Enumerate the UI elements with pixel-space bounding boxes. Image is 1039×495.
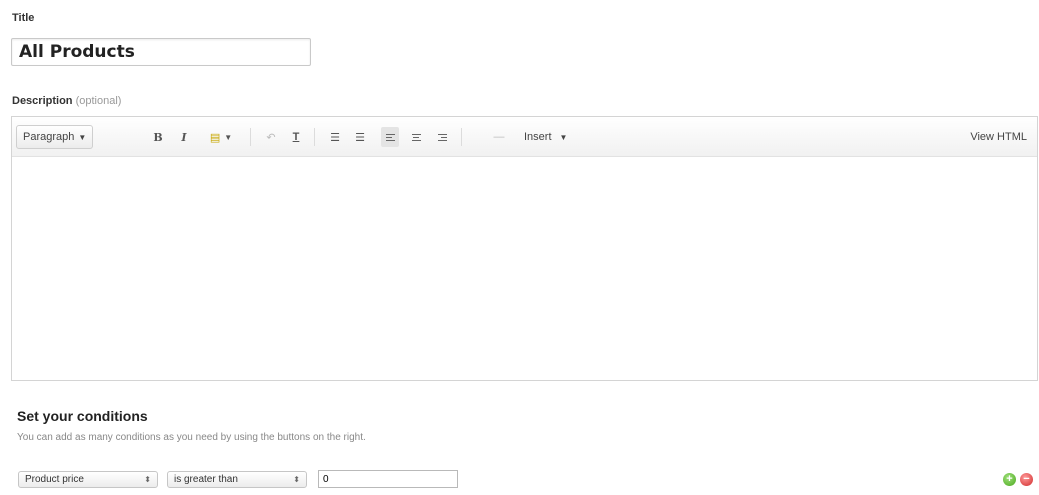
- description-label: Description (optional): [12, 95, 121, 107]
- align-right-button[interactable]: [433, 117, 451, 157]
- toolbar-divider: [314, 128, 315, 146]
- clear-formatting-button[interactable]: T: [287, 117, 305, 157]
- align-right-icon: [437, 132, 447, 143]
- align-left-icon: [385, 132, 395, 143]
- bold-icon: B: [153, 130, 163, 144]
- title-input[interactable]: [11, 38, 311, 66]
- numbered-list-icon: ☰: [355, 131, 365, 144]
- optional-hint: (optional): [75, 95, 122, 107]
- toolbar-divider: [250, 128, 251, 146]
- rich-text-editor: Paragraph ▼ B I ▤ ▼ ↶ T ☰ ☰ — Insert ▼ V: [11, 116, 1038, 381]
- align-center-icon: [411, 132, 421, 143]
- italic-button[interactable]: I: [175, 117, 193, 157]
- insert-label: Insert: [524, 131, 552, 143]
- condition-field-select[interactable]: Product price ⬍: [18, 471, 158, 488]
- plus-icon: +: [1006, 473, 1013, 485]
- bulleted-list-button[interactable]: ☰: [326, 117, 344, 157]
- insert-dropdown[interactable]: Insert ▼: [524, 117, 567, 157]
- conditions-help-text: You can add as many conditions as you ne…: [17, 432, 366, 443]
- align-center-button[interactable]: [407, 117, 425, 157]
- undo-button[interactable]: ↶: [262, 117, 280, 157]
- condition-value-input[interactable]: [318, 470, 458, 488]
- text-color-icon: ▤: [209, 131, 221, 144]
- chevron-down-icon: ▼: [78, 132, 87, 142]
- title-label: Title: [12, 12, 35, 24]
- minus-icon: −: [1023, 473, 1030, 485]
- text-color-button[interactable]: ▤ ▼: [202, 117, 240, 157]
- condition-field-value: Product price: [25, 474, 84, 485]
- toolbar-divider: [461, 128, 462, 146]
- conditions-heading: Set your conditions: [17, 408, 148, 424]
- condition-operator-value: is greater than: [174, 474, 238, 485]
- clear-formatting-icon: T: [292, 131, 300, 143]
- horizontal-rule-button[interactable]: —: [490, 117, 508, 157]
- editor-toolbar: Paragraph ▼ B I ▤ ▼ ↶ T ☰ ☰ — Insert ▼ V: [12, 117, 1037, 157]
- italic-icon: I: [181, 130, 187, 144]
- paragraph-format-dropdown[interactable]: Paragraph ▼: [16, 125, 94, 149]
- condition-operator-select[interactable]: is greater than ⬍: [167, 471, 307, 488]
- description-label-text: Description: [12, 95, 73, 107]
- bold-button[interactable]: B: [149, 117, 167, 157]
- editor-content-area[interactable]: [12, 157, 1037, 381]
- remove-condition-button[interactable]: −: [1020, 473, 1033, 486]
- horizontal-rule-icon: —: [493, 131, 505, 143]
- numbered-list-button[interactable]: ☰: [351, 117, 369, 157]
- paragraph-format-label: Paragraph: [23, 131, 75, 143]
- bulleted-list-icon: ☰: [330, 131, 340, 144]
- align-left-button[interactable]: [381, 127, 399, 147]
- view-html-label: View HTML: [970, 131, 1027, 143]
- chevron-down-icon: ▼: [224, 132, 233, 142]
- select-arrows-icon: ⬍: [144, 475, 151, 484]
- view-html-button[interactable]: View HTML: [970, 117, 1027, 157]
- add-condition-button[interactable]: +: [1003, 473, 1016, 486]
- undo-icon: ↶: [266, 131, 276, 144]
- chevron-down-icon: ▼: [559, 132, 568, 142]
- select-arrows-icon: ⬍: [293, 475, 300, 484]
